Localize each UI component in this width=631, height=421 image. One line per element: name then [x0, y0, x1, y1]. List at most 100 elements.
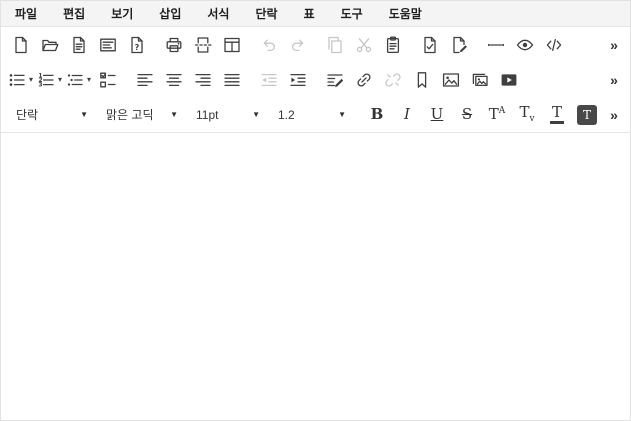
undo-button — [255, 30, 282, 59]
text-color-button[interactable]: T — [543, 100, 571, 129]
paste-button[interactable] — [379, 30, 406, 59]
superscript-button[interactable]: TA — [483, 100, 511, 129]
unlink-button — [379, 65, 406, 94]
toolbar-overflow-button[interactable]: » — [605, 30, 623, 59]
underline-icon: U — [431, 107, 444, 122]
chevron-down-icon: ▾ — [29, 76, 33, 84]
new-document-button[interactable] — [7, 30, 34, 59]
chevron-down-icon: ▼ — [80, 110, 88, 119]
link-button[interactable] — [350, 65, 377, 94]
cut-icon — [355, 36, 373, 54]
toolbar-group: ▾123▾▾ — [6, 65, 122, 94]
media-button[interactable] — [495, 65, 522, 94]
chevron-down-icon: ▼ — [252, 110, 260, 119]
toolbar-group — [130, 65, 246, 94]
photo-gallery-icon — [471, 71, 489, 89]
align-right-button[interactable] — [189, 65, 216, 94]
page-setup-icon — [223, 36, 241, 54]
toolbar-group — [159, 30, 246, 59]
document-info-button[interactable]: ? — [123, 30, 150, 59]
bookmark-button[interactable] — [408, 65, 435, 94]
line-height-select[interactable]: 1.2▼ — [269, 100, 353, 129]
preview-eye-icon — [516, 36, 534, 54]
chevron-down-icon: ▾ — [58, 76, 62, 84]
paste-icon — [384, 36, 402, 54]
subscript-icon: Tv — [519, 105, 534, 124]
menu-item-paragraph[interactable]: 단락 — [242, 1, 290, 26]
open-file-button[interactable] — [36, 30, 63, 59]
menu-item-help[interactable]: 도움말 — [376, 1, 435, 26]
menu-item-edit[interactable]: 편집 — [50, 1, 98, 26]
source-code-button[interactable] — [540, 30, 567, 59]
preview-eye-button[interactable] — [511, 30, 538, 59]
undo-icon — [260, 36, 278, 54]
font-size-select[interactable]: 11pt▼ — [187, 100, 267, 129]
document-template-button[interactable] — [94, 30, 121, 59]
image-button[interactable] — [437, 65, 464, 94]
page-break-button[interactable] — [189, 30, 216, 59]
bullet-list-icon — [8, 71, 26, 89]
print-icon — [165, 36, 183, 54]
outdent-button — [255, 65, 282, 94]
subscript-button[interactable]: Tv — [513, 100, 541, 129]
numbered-list-button[interactable]: 123▾ — [36, 65, 63, 94]
chevron-down-icon: ▼ — [170, 110, 178, 119]
underline-button[interactable]: U — [423, 100, 451, 129]
align-justify-button[interactable] — [218, 65, 245, 94]
multilevel-list-button[interactable]: ▾ — [65, 65, 92, 94]
print-button[interactable] — [160, 30, 187, 59]
strikethrough-button[interactable]: S — [453, 100, 481, 129]
document-info-icon: ? — [128, 36, 146, 54]
horizontal-rule-button[interactable] — [482, 30, 509, 59]
menu-item-insert[interactable]: 삽입 — [146, 1, 194, 26]
bold-button[interactable]: B — [363, 100, 391, 129]
photo-gallery-button[interactable] — [466, 65, 493, 94]
font-family-select-value: 맑은 고딕 — [106, 106, 154, 123]
menu-item-table[interactable]: 표 — [291, 1, 328, 26]
text-color-icon: T — [550, 105, 564, 124]
align-center-button[interactable] — [160, 65, 187, 94]
multilevel-list-icon — [66, 71, 84, 89]
align-left-button[interactable] — [131, 65, 158, 94]
media-icon — [500, 71, 518, 89]
align-left-icon — [136, 71, 154, 89]
edit-button[interactable] — [321, 65, 348, 94]
bullet-list-button[interactable]: ▾ — [7, 65, 34, 94]
indent-button[interactable] — [284, 65, 311, 94]
italic-button[interactable]: I — [393, 100, 421, 129]
menu-item-format[interactable]: 서식 — [194, 1, 242, 26]
toolbar-group — [254, 65, 312, 94]
checklist-icon — [99, 71, 117, 89]
edit-icon — [326, 71, 344, 89]
toolbar-group — [254, 30, 312, 59]
background-color-button[interactable]: T — [573, 100, 601, 129]
menu-item-view[interactable]: 보기 — [98, 1, 146, 26]
superscript-icon: TA — [489, 107, 506, 122]
page-setup-button[interactable] — [218, 30, 245, 59]
toolbar-group — [415, 30, 473, 59]
svg-text:?: ? — [134, 42, 139, 51]
document-template-icon — [99, 36, 117, 54]
editor-content-area[interactable] — [1, 132, 630, 420]
source-code-icon — [545, 36, 563, 54]
menu-item-tools[interactable]: 도구 — [328, 1, 376, 26]
menu-item-file[interactable]: 파일 — [2, 1, 50, 26]
checklist-button[interactable] — [94, 65, 121, 94]
font-family-select[interactable]: 맑은 고딕 ▼ — [97, 100, 185, 129]
italic-icon: I — [404, 107, 410, 122]
toolbar-overflow-button[interactable]: » — [605, 100, 623, 129]
image-icon — [442, 71, 460, 89]
toolbar-overflow-button[interactable]: » — [605, 65, 623, 94]
save-document-button[interactable] — [65, 30, 92, 59]
align-justify-icon — [223, 71, 241, 89]
new-document-icon — [12, 36, 30, 54]
bold-icon: B — [371, 107, 384, 122]
spellcheck-button[interactable] — [445, 30, 472, 59]
format-toolbar: 단락▼맑은 고딕▼11pt▼1.2▼BIUSTATvTT» — [1, 97, 630, 132]
find-replace-button[interactable] — [416, 30, 443, 59]
background-color-icon: T — [577, 105, 597, 125]
numbered-list-icon: 123 — [37, 71, 55, 89]
menu-bar: 파일편집보기삽입서식단락표도구도움말 — [1, 1, 630, 27]
toolbar-group — [320, 30, 407, 59]
paragraph-style-select[interactable]: 단락▼ — [7, 100, 95, 129]
